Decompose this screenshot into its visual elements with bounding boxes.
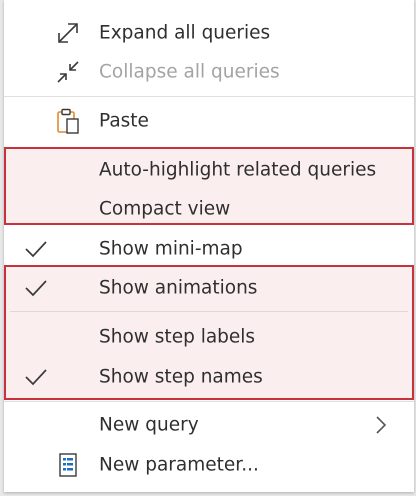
menu-item-collapse-all-queries[interactable]: Collapse all queries	[4, 52, 414, 92]
menu-item-show-step-names[interactable]: Show step names	[4, 357, 414, 397]
menu-item-label: Paste	[99, 110, 149, 132]
menu-item-new-query[interactable]: New query	[4, 405, 414, 445]
menu-item-show-step-labels[interactable]: Show step labels	[4, 317, 414, 357]
checkmark-icon	[25, 241, 47, 258]
menu-item-label: Show mini-map	[99, 238, 243, 260]
menu-item-expand-all-queries[interactable]: Expand all queries	[4, 13, 414, 53]
menu-item-label: Compact view	[99, 198, 231, 220]
menu-item-label: Collapse all queries	[99, 61, 280, 83]
menu-separator	[10, 311, 408, 312]
menu-item-new-parameter[interactable]: New parameter...	[4, 445, 414, 485]
menu-item-label: New query	[99, 414, 199, 436]
menu-item-label: Show step names	[99, 366, 263, 388]
menu-item-label: Show animations	[99, 277, 258, 299]
menu-item-show-mini-map[interactable]: Show mini-map	[4, 229, 414, 269]
menu-item-compact-view[interactable]: Compact view	[4, 189, 414, 229]
context-menu: Expand all queries Collapse all queries …	[4, 0, 414, 492]
checkmark-icon	[25, 280, 47, 297]
menu-item-paste[interactable]: Paste	[4, 101, 414, 141]
menu-item-show-animations[interactable]: Show animations	[4, 268, 414, 308]
menu-item-label: Auto-highlight related queries	[99, 159, 377, 181]
menu-separator	[4, 96, 414, 97]
parameter-icon	[59, 453, 77, 477]
expand-arrows-icon	[58, 23, 78, 43]
menu-item-auto-highlight[interactable]: Auto-highlight related queries	[4, 150, 414, 190]
menu-item-label: New parameter...	[99, 454, 259, 476]
collapse-arrows-icon	[57, 61, 79, 83]
menu-item-label: Show step labels	[99, 326, 256, 348]
paste-clipboard-icon	[57, 108, 79, 134]
menu-separator	[4, 401, 414, 402]
chevron-right-icon	[376, 416, 387, 434]
menu-item-label: Expand all queries	[99, 22, 271, 44]
checkmark-icon	[25, 369, 47, 386]
